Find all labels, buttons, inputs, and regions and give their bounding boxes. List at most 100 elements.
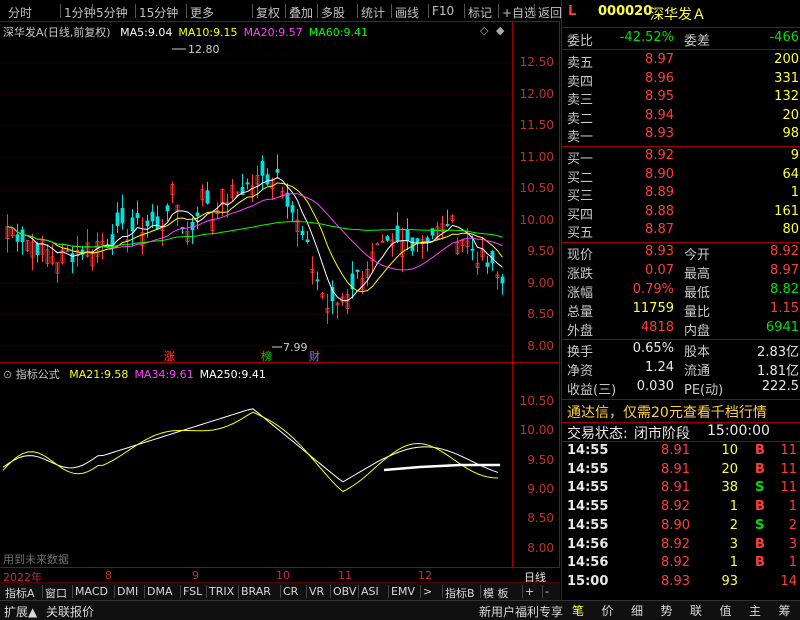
candle-body [130,217,135,232]
indicator-tab[interactable]: 指标B [445,585,475,601]
indicator-tab[interactable]: + [525,585,534,598]
toolbar-button[interactable]: 返回 [538,4,562,21]
level2-promo[interactable]: 通达信，仅需20元查看千档行情 [562,402,800,422]
stat-label: 今开 [684,248,711,263]
ask-label: 卖一 [567,130,594,146]
indicator-tick: 9.00 [527,481,554,496]
chart-toolbar: 分时 1分钟 5分钟 15分钟 更多 复权 叠加 多股 统计 画线 F10 标记 +自选 返回 [0,0,562,22]
ask-volume: 331 [774,70,799,86]
expand-button[interactable]: 扩展▲ [4,603,37,620]
stat-label: 内盘 [684,324,711,339]
indicator-tab[interactable]: - [545,585,549,598]
quote-view-button[interactable]: 势 [661,602,673,619]
quote-view-button[interactable]: 价 [602,602,614,619]
fundamental-label: 流通 [684,364,711,379]
fundamental-value: 1.81亿 [757,364,799,379]
indicator-tab[interactable]: DMA [147,585,173,598]
status-label: 交易状态: [567,426,628,442]
stat-value: 0.79% [632,282,674,297]
toolbar-button[interactable]: 统计 [361,4,385,21]
toolbar-button[interactable]: 更多 [190,4,214,21]
fundamental-label: 换手 [567,345,594,360]
price-tick: 12.00 [519,86,554,101]
indicator-tab[interactable]: 窗口 [45,585,67,601]
bid-row: 买二 8.90 64 [562,166,800,186]
quote-view-button[interactable]: 细 [631,602,643,619]
tick-time: 15:00 [567,573,609,589]
tick-time: 14:55 [567,443,609,458]
indicator-tab[interactable]: BRAR [241,585,271,598]
quote-view-button[interactable]: 联 [690,602,702,619]
toolbar-button[interactable]: 分时 [8,4,32,21]
quote-view-button[interactable]: 值 [720,602,732,619]
indicator-tick: 8.00 [527,540,554,555]
indicator-tab[interactable]: CR [283,585,298,598]
candle-body [150,211,155,222]
kline-chart-panel[interactable]: 深华发A(日线,前复权) MA5:9.04 MA10:9.15 MA20:9.57 M… [0,22,560,362]
indicator-tab[interactable]: 指标A [5,585,35,601]
indicator-tab[interactable]: DMI [117,585,138,598]
indicator-white-line [2,408,499,483]
bid-label: 买一 [567,152,594,167]
toolbar-button[interactable]: 画线 [395,4,419,21]
quote-view-button[interactable]: 主 [749,602,761,619]
price-tick: 11.50 [519,118,554,132]
toolbar-button[interactable]: 5分钟 [96,4,128,21]
ask-label: 卖二 [567,111,594,127]
new-user-promo[interactable]: 新用户福利专享 [479,603,563,620]
candle-body [445,224,450,226]
toolbar-separator [92,4,93,18]
toolbar-button[interactable]: F10 [432,4,454,18]
toolbar-button[interactable]: +自选 [502,4,536,21]
tick-volume: 2 [729,517,738,533]
toolbar-separator [534,4,535,18]
price-tick: 10.00 [519,212,554,227]
indicator-tab[interactable]: EMV [391,585,415,598]
toolbar-button[interactable]: 叠加 [289,4,313,21]
tick-count: 1 [788,499,797,515]
candle-body [35,243,40,256]
quote-view-button[interactable]: 笔 [572,602,584,619]
stat-label: 量比 [684,305,711,320]
quote-view-button[interactable]: 筹 [779,602,791,619]
toolbar-button[interactable]: 1分钟 [64,4,96,21]
indicator-tab[interactable]: > [423,585,432,598]
indicator-tab[interactable]: OBV [333,585,356,598]
candle-body [375,243,380,246]
tick-count: 1 [788,555,797,571]
toolbar-button[interactable]: 多股 [321,4,345,21]
high-price-label: 12.80 [188,43,220,56]
toolbar-button[interactable]: 15分钟 [139,4,178,21]
status-time: 15:00:00 [707,423,770,439]
toolbar-button[interactable]: 标记 [468,4,492,21]
related-quote-button[interactable]: 关联报价 [46,603,94,620]
tick-time: 14:55 [567,499,609,515]
indicator-tab[interactable]: FSL [183,585,202,598]
stat-value: 6941 [765,320,799,335]
stat-value: 8.93 [645,244,674,259]
indicator-tab[interactable]: TRIX [209,585,234,598]
candlestick-canvas: 12.80 7.99 涨 榜 财 [0,43,512,362]
bid-volume: 80 [782,222,799,238]
indicator-tick: 9.50 [527,452,554,467]
tab-separator [206,585,207,598]
promo-text[interactable]: 通达信，仅需20元查看千档行情 [567,402,767,422]
toolbar-button[interactable]: 复权 [256,4,280,21]
tick-price: 8.92 [661,555,690,571]
tab-separator [522,585,523,598]
toolbar-separator [428,4,429,18]
candle-body [155,216,160,230]
indicator-tab[interactable]: VR [309,585,324,598]
bid-label: 买四 [567,207,594,223]
candle-body [120,207,125,224]
stat-value: 11759 [632,301,674,316]
indicator-tab[interactable]: MACD [75,585,108,598]
bid-volume: 64 [782,166,799,182]
indicator-ma250-line [383,463,500,472]
indicator-tab[interactable]: 模 板 [483,585,509,601]
indicator-panel[interactable]: ⊙ 指标公式 MA21:9.58 MA34:9.61 MA250:9.41 10.5… [0,362,560,568]
stat-row: 涨跌 0.07 最高 8.97 [562,263,800,282]
indicator-yellow-line [2,411,499,493]
indicator-tab[interactable]: ASI [361,585,379,598]
bid-price: 8.90 [645,166,674,182]
